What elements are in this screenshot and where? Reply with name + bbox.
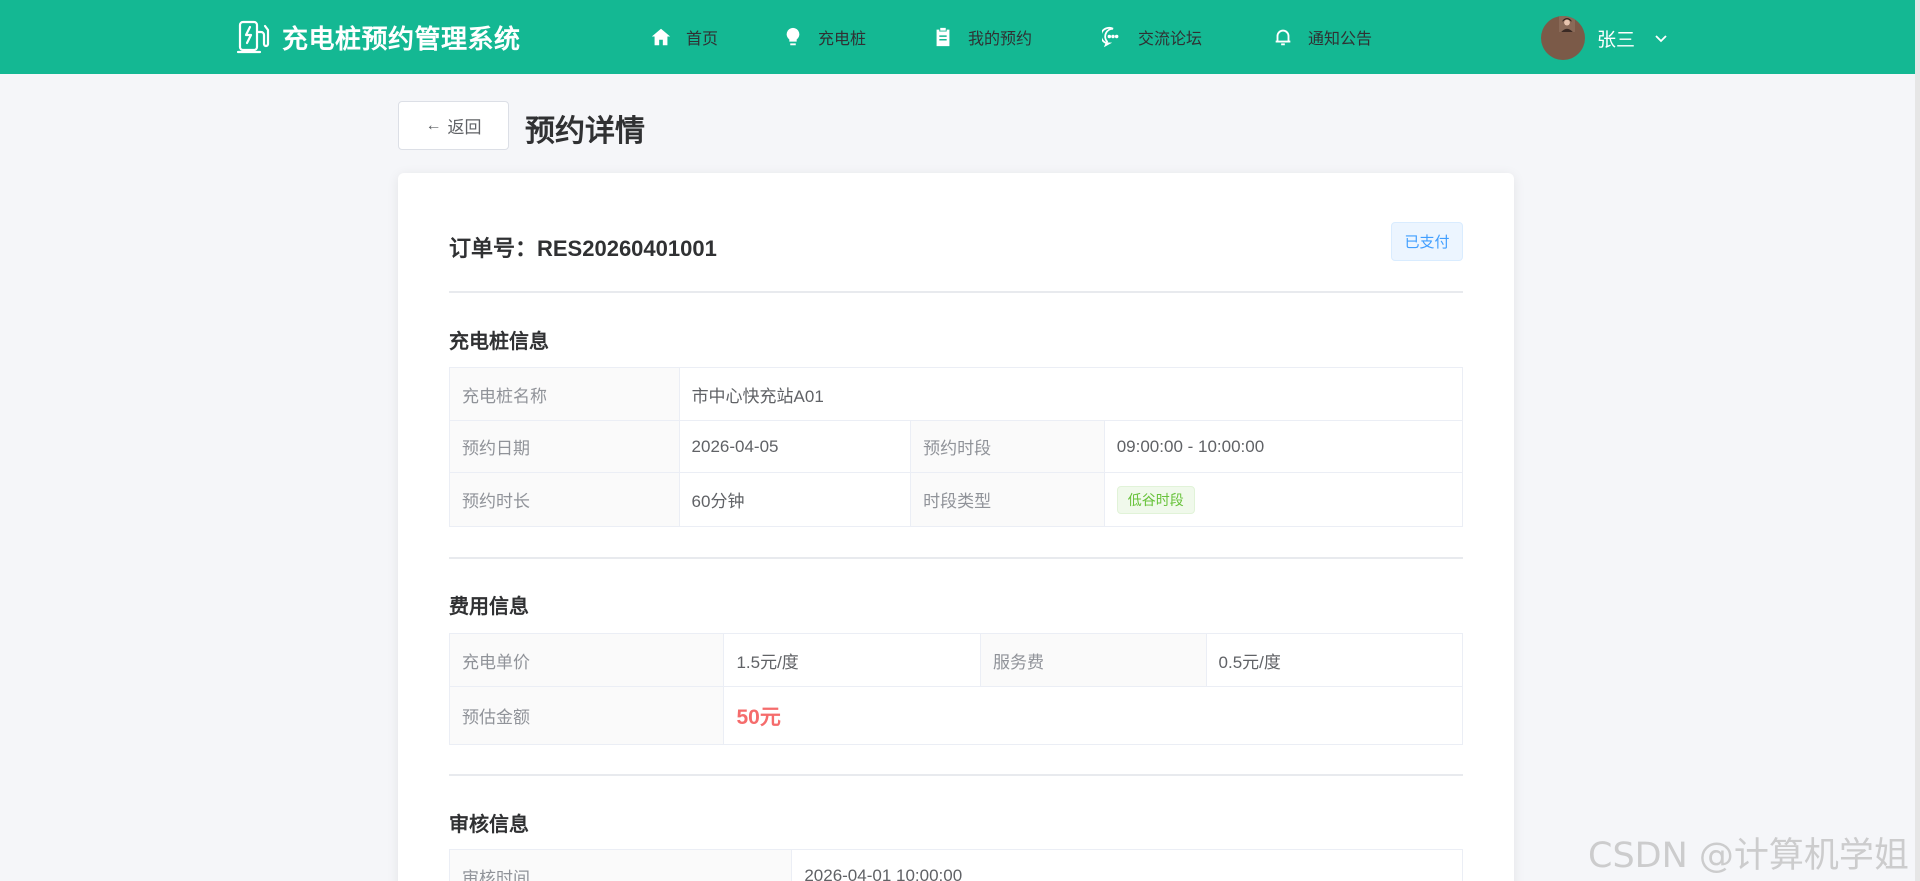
slot-type-cell: 低谷时段 [1103,473,1462,526]
charging-station-icon [236,20,270,54]
review-time-value: 2026-04-01 10:00:00 [791,850,1462,881]
unit-price-value: 1.5元/度 [723,634,980,686]
clipboard-icon [936,27,950,47]
nav-my-reservations[interactable]: 我的预约 [932,0,1032,74]
top-navbar: 充电桩预约管理系统 首页 充电桩 我的预约 交流论坛 通知公告 张三 [0,0,1915,74]
divider [449,557,1463,559]
back-button[interactable]: ← 返回 [398,101,509,150]
slot-type-label: 时段类型 [910,473,1104,526]
nav-my-reservations-label: 我的预约 [968,31,1033,48]
pile-section-title: 充电桩信息 [449,331,549,353]
review-section-title: 审核信息 [449,814,529,836]
review-info-table: 审核时间 2026-04-01 10:00:00 [449,849,1463,881]
page-scrollbar[interactable] [1915,0,1920,881]
app-logo[interactable]: 充电桩预约管理系统 [236,18,521,56]
reservation-slot-label: 预约时段 [910,421,1104,472]
divider [449,291,1463,293]
chat-icon [1102,26,1119,48]
review-time-label: 审核时间 [450,850,792,881]
reservation-duration-label: 预约时长 [450,473,679,526]
back-button-label: 返回 [447,118,482,137]
nav-notices-label: 通知公告 [1308,31,1373,48]
pile-info-table: 充电桩名称 市中心快充站A01 预约日期 2026-04-05 预约时段 09:… [449,367,1463,527]
estimate-amount-label: 预估金额 [450,687,724,744]
reservation-slot-value: 09:00:00 - 10:00:00 [1103,421,1462,472]
unit-price-label: 充电单价 [450,634,724,686]
page-title: 预约详情 [525,115,645,148]
estimate-amount-cell: 50元 [723,687,1462,744]
bell-icon [1275,29,1291,46]
reservation-detail-card: 订单号：RES20260401001 已支付 充电桩信息 充电桩名称 市中心快充… [398,173,1514,881]
reservation-date-value: 2026-04-05 [678,421,911,472]
watermark: CSDN @计算机学姐 [1588,836,1909,876]
nav-notices[interactable]: 通知公告 [1272,0,1372,74]
avatar [1541,16,1585,60]
nav-forum[interactable]: 交流论坛 [1102,0,1202,74]
user-menu[interactable]: 张三 [1541,16,1669,60]
user-name: 张三 [1597,29,1636,51]
nav-home-label: 首页 [686,31,719,48]
reservation-duration-value: 60分钟 [678,473,911,526]
nav-charging-piles-label: 充电桩 [818,31,867,48]
divider [449,774,1463,776]
nav-home[interactable]: 首页 [650,0,718,74]
chevron-down-icon [1655,35,1667,43]
service-fee-label: 服务费 [979,634,1206,686]
fee-info-table: 充电单价 1.5元/度 服务费 0.5元/度 预估金额 50元 [449,633,1463,745]
slot-type-tag: 低谷时段 [1116,485,1195,514]
nav-forum-label: 交流论坛 [1138,31,1203,48]
pile-name-value: 市中心快充站A01 [678,368,1462,420]
reservation-date-label: 预约日期 [450,421,679,472]
service-fee-value: 0.5元/度 [1205,634,1463,686]
pile-name-label: 充电桩名称 [450,368,679,420]
app-title: 充电桩预约管理系统 [282,23,521,54]
lightbulb-icon [786,27,800,46]
arrow-left-icon: ← [425,116,442,134]
status-badge: 已支付 [1391,222,1463,261]
fee-section-title: 费用信息 [449,596,529,618]
estimate-amount-value: 50元 [736,705,781,729]
nav-charging-piles[interactable]: 充电桩 [782,0,866,74]
home-icon [651,28,671,46]
order-number: 订单号：RES20260401001 [449,236,717,261]
